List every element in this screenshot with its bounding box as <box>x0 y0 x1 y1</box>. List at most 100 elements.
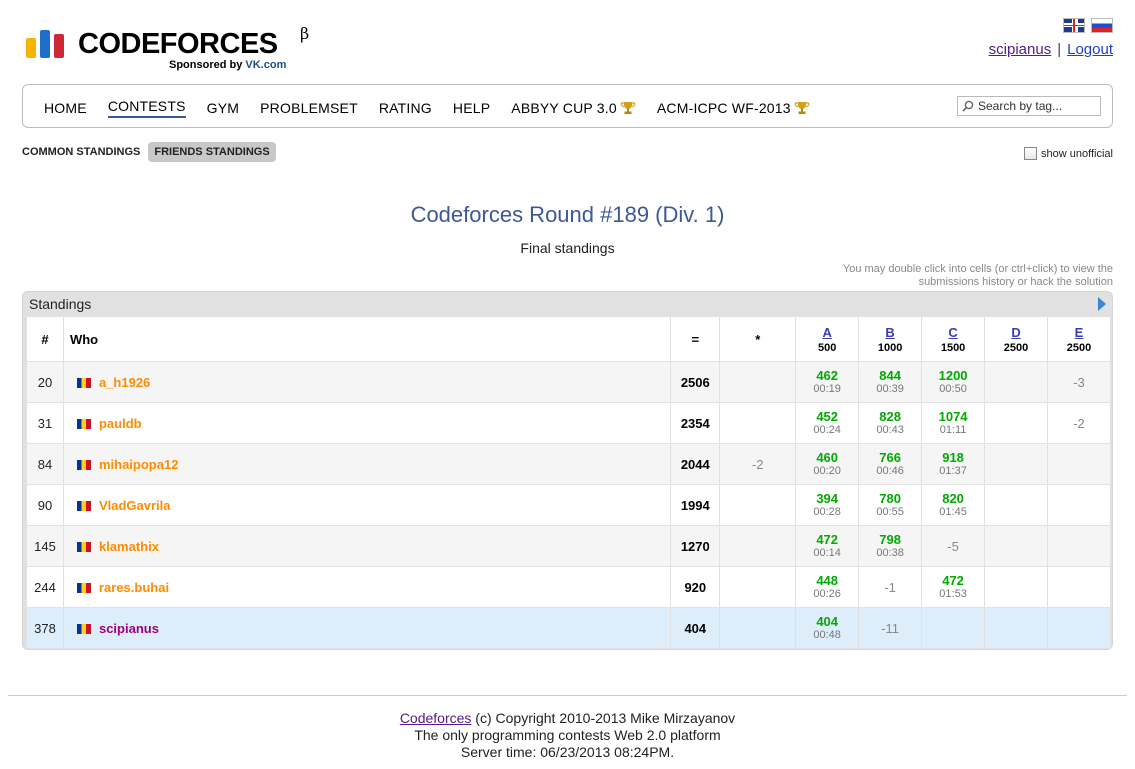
problem-cell[interactable]: 828 00:43 <box>858 402 923 444</box>
problem-link-c[interactable]: C <box>948 325 957 340</box>
menu-item-acm-icpc-wf-2013[interactable]: ACM-ICPC WF-2013 <box>657 98 810 118</box>
problem-cell[interactable]: 462 00:19 <box>795 361 860 403</box>
problem-link-a[interactable]: A <box>822 325 831 340</box>
submission-time: 00:20 <box>813 464 841 477</box>
problem-link-b[interactable]: B <box>885 325 894 340</box>
hacks-cell[interactable]: -2 <box>719 443 797 485</box>
problem-cell[interactable] <box>1046 484 1112 526</box>
romania-flag-icon <box>76 377 91 388</box>
menu-items: HOME CONTESTS GYM PROBLEMSET RATING HELP ABBYY… <box>44 98 831 118</box>
menu-item-gym[interactable]: GYM <box>207 98 240 118</box>
user-handle-link[interactable]: pauldb <box>99 416 142 431</box>
logout-link[interactable]: Logout <box>1067 41 1113 58</box>
expand-arrow-icon[interactable] <box>1098 297 1106 311</box>
problem-cell[interactable] <box>984 607 1048 649</box>
problem-cell[interactable]: 1200 00:50 <box>921 361 986 403</box>
user-handle-link[interactable]: a_h1926 <box>99 375 150 390</box>
score-cell: 404 <box>670 607 721 649</box>
problem-cell[interactable] <box>1046 566 1112 608</box>
problem-cell[interactable] <box>984 402 1048 444</box>
contest-title[interactable]: Codeforces Round #189 (Div. 1) <box>0 202 1135 228</box>
problem-cell[interactable] <box>984 361 1048 403</box>
footer-tagline: The only programming contests Web 2.0 pl… <box>414 727 721 743</box>
problem-cell[interactable] <box>984 525 1048 567</box>
user-handle-link[interactable]: rares.buhai <box>99 580 169 595</box>
problem-cell[interactable]: 820 01:45 <box>921 484 986 526</box>
problem-cell[interactable] <box>921 607 986 649</box>
trophy-icon <box>794 100 810 116</box>
menu-item-label: PROBLEMSET <box>260 100 358 116</box>
profile-link[interactable]: scipianus <box>989 41 1052 58</box>
standings-row: 244 rares.buhai 920 448 00:26 -1 472 01:53 <box>26 566 1112 608</box>
problem-link-d[interactable]: D <box>1011 325 1020 340</box>
user-handle-link[interactable]: VladGavrila <box>99 498 171 513</box>
problem-cell[interactable]: -3 <box>1046 361 1112 403</box>
submission-time: 00:55 <box>876 505 904 518</box>
problem-cell[interactable]: 394 00:28 <box>795 484 860 526</box>
problem-cell[interactable]: 766 00:46 <box>858 443 923 485</box>
problem-cell[interactable] <box>1046 525 1112 567</box>
hacks-cell[interactable] <box>719 525 797 567</box>
menu-item-home[interactable]: HOME <box>44 98 87 118</box>
tab-common-standings[interactable]: COMMON STANDINGS <box>22 142 146 162</box>
standings-table: # Who = * A 500 B 1000 C 1500 D 2500 E 2500 20 a_h… <box>26 316 1112 649</box>
problem-cell[interactable] <box>984 443 1048 485</box>
standings-row: 378 scipianus 404 404 00:48 -11 <box>26 607 1112 649</box>
problem-cell[interactable]: 472 01:53 <box>921 566 986 608</box>
who-cell: a_h1926 <box>62 361 672 403</box>
problem-cell[interactable] <box>984 484 1048 526</box>
user-handle-link[interactable]: scipianus <box>99 621 159 636</box>
tag-search-input[interactable]: Search by tag... <box>957 96 1101 116</box>
problem-cell[interactable]: 844 00:39 <box>858 361 923 403</box>
hacks-cell[interactable] <box>719 361 797 403</box>
score-header: = <box>670 316 721 362</box>
hacks-cell[interactable] <box>719 607 797 649</box>
english-flag-icon[interactable] <box>1063 18 1085 33</box>
menu-item-help[interactable]: HELP <box>453 98 490 118</box>
rank-cell: 84 <box>26 443 64 485</box>
hacks-cell[interactable] <box>719 402 797 444</box>
footer-codeforces-link[interactable]: Codeforces <box>400 710 472 726</box>
problem-cell[interactable]: 798 00:38 <box>858 525 923 567</box>
user-handle-link[interactable]: klamathix <box>99 539 159 554</box>
submission-time: 00:48 <box>813 628 841 641</box>
problem-cell[interactable]: -2 <box>1046 402 1112 444</box>
problem-cell[interactable]: 472 00:14 <box>795 525 860 567</box>
menu-item-problemset[interactable]: PROBLEMSET <box>260 98 358 118</box>
who-cell: pauldb <box>62 402 672 444</box>
problem-cell[interactable]: -5 <box>921 525 986 567</box>
problem-cell[interactable] <box>1046 607 1112 649</box>
who-cell: VladGavrila <box>62 484 672 526</box>
problem-cell[interactable]: 448 00:26 <box>795 566 860 608</box>
problem-link-e[interactable]: E <box>1075 325 1084 340</box>
footer-copyright: (c) Copyright 2010-2013 Mike Mirzayanov <box>471 710 736 726</box>
problem-cell[interactable]: 404 00:48 <box>795 607 860 649</box>
tab-friends-standings[interactable]: FRIENDS STANDINGS <box>148 142 276 162</box>
problem-cell[interactable]: 1074 01:11 <box>921 402 986 444</box>
standings-row: 90 VladGavrila 1994 394 00:28 780 00:55 820 01:4… <box>26 484 1112 526</box>
show-unofficial-toggle[interactable]: show unofficial <box>1024 147 1113 160</box>
problem-cell[interactable]: 918 01:37 <box>921 443 986 485</box>
user-handle-link[interactable]: mihaipopa12 <box>99 457 178 472</box>
problem-cell[interactable]: 460 00:20 <box>795 443 860 485</box>
russian-flag-icon[interactable] <box>1091 18 1113 33</box>
show-unofficial-checkbox[interactable] <box>1024 147 1038 160</box>
hacks-cell[interactable] <box>719 566 797 608</box>
menu-item-label: GYM <box>206 100 240 116</box>
menu-item-rating[interactable]: RATING <box>379 98 432 118</box>
submission-time: 00:24 <box>813 423 841 436</box>
submission-time: 00:43 <box>876 423 904 436</box>
problem-cell[interactable]: 780 00:55 <box>858 484 923 526</box>
menu-item-abbyy-cup-3-0[interactable]: ABBYY CUP 3.0 <box>511 98 636 118</box>
codeforces-logo[interactable]: CODEFORCES β Sponsored by VK.com <box>26 24 326 76</box>
standings-row: 20 a_h1926 2506 462 00:19 844 00:39 1200 00:50 -3 <box>26 361 1112 403</box>
menu-item-contests[interactable]: CONTESTS <box>107 98 186 118</box>
who-cell: scipianus <box>62 607 672 649</box>
problem-cell[interactable] <box>1046 443 1112 485</box>
problem-cell[interactable] <box>984 566 1048 608</box>
romania-flag-icon <box>76 623 91 634</box>
problem-cell[interactable]: -1 <box>858 566 923 608</box>
problem-cell[interactable]: 452 00:24 <box>795 402 860 444</box>
hacks-cell[interactable] <box>719 484 797 526</box>
problem-cell[interactable]: -11 <box>858 607 923 649</box>
